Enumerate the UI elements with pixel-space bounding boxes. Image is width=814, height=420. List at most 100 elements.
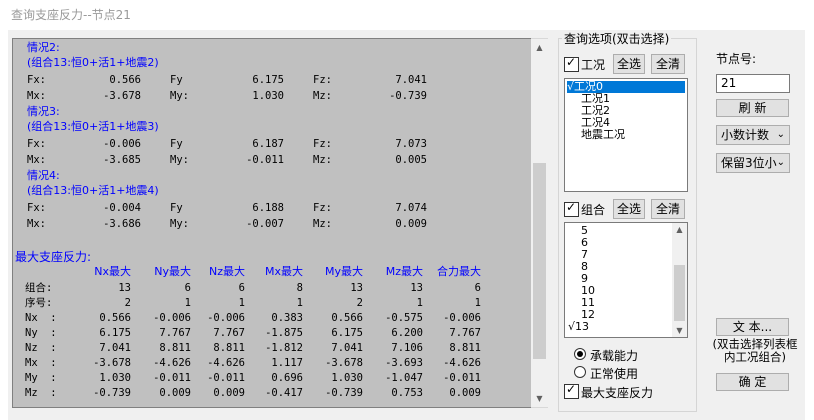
combo-list[interactable]: 5 6 7 8 9 10 11 12 √13 ▲ ▼ (564, 222, 688, 338)
max-cell: 1.030 (331, 372, 363, 384)
max-column-header: Nx最大 (94, 265, 131, 278)
load-case-label: 工况 (581, 58, 606, 72)
max-cell: 13 (118, 282, 131, 294)
max-column-header: Nz最大 (208, 265, 245, 278)
node-number-input[interactable]: 21 (716, 74, 790, 93)
max-cell: 1.117 (271, 357, 303, 369)
window-frame-left (0, 30, 8, 420)
force-value: -0.006 (103, 138, 141, 150)
scroll-down-icon[interactable]: ▼ (672, 326, 687, 335)
force-label: Fy (170, 74, 183, 86)
combo-label: 组合 (581, 203, 606, 217)
max-reaction-checkbox[interactable] (564, 382, 579, 399)
force-label: Fy (170, 138, 183, 150)
force-value: -0.011 (246, 154, 284, 166)
max-column-header: Mx最大 (264, 265, 303, 278)
max-cell: -0.011 (153, 372, 191, 384)
scroll-thumb[interactable] (533, 163, 546, 359)
chevron-down-icon: ⌄ (776, 157, 785, 168)
force-value: 0.009 (395, 218, 427, 230)
case-header: 情况4: (27, 169, 60, 182)
max-cell: -0.417 (265, 387, 303, 399)
window-frame-right (805, 30, 814, 420)
scroll-up-icon[interactable]: ▲ (531, 39, 548, 56)
max-row-label: Nz : (25, 342, 57, 354)
combo-checkbox[interactable] (564, 200, 579, 217)
max-cell: 6.175 (331, 327, 363, 339)
force-label: My: (170, 218, 189, 230)
force-label: Fx: (27, 138, 46, 150)
max-cell: 8.811 (159, 342, 191, 354)
load-case-list[interactable]: √工况0 工况1 工况2 工况4 地震工况 (564, 78, 688, 192)
scroll-down-icon[interactable]: ▼ (531, 390, 548, 407)
load-case-clear-all-button[interactable]: 全清 (651, 54, 685, 74)
bearing-capacity-label: 承载能力 (590, 349, 639, 363)
force-value: -3.678 (103, 90, 141, 102)
max-row-label: Mz : (25, 387, 57, 399)
max-column-header: Ny最大 (154, 265, 191, 278)
case-combo: (组合13:恒0+活1+地震4) (27, 184, 159, 197)
max-cell: 0.566 (99, 312, 131, 324)
text-button-note: (双击选择列表框内工况组合) (712, 337, 798, 364)
max-cell: 0.566 (331, 312, 363, 324)
normal-use-radio[interactable] (574, 366, 586, 378)
max-cell: 1 (416, 297, 423, 309)
combo-list-scrollbar[interactable]: ▲ ▼ (672, 223, 687, 337)
report-scrollbar[interactable]: ▲ ▼ (531, 38, 548, 408)
max-cell: 0.383 (271, 312, 303, 324)
title-bar: 查询支座反力--节点21 (0, 0, 814, 30)
combo-select-all-button[interactable]: 全选 (613, 199, 645, 219)
force-label: Fy (170, 202, 183, 214)
normal-use-label: 正常使用 (590, 367, 639, 381)
force-value: -0.739 (389, 90, 427, 102)
max-cell: 2 (124, 297, 131, 309)
force-label: My: (170, 90, 189, 102)
precision-select[interactable]: 保留3位小 ⌄ (716, 153, 790, 173)
force-label: Mx: (27, 90, 46, 102)
max-cell: 13 (410, 282, 423, 294)
scroll-up-icon[interactable]: ▲ (672, 225, 687, 234)
decimal-mode-select[interactable]: 小数计数 ⌄ (716, 125, 790, 145)
max-row-label: Ny : (25, 327, 57, 339)
ok-button[interactable]: 确 定 (716, 373, 789, 391)
max-cell: 0.696 (271, 372, 303, 384)
max-cell: -3.693 (385, 357, 423, 369)
max-cell: 7.041 (99, 342, 131, 354)
max-cell: 8.811 (213, 342, 245, 354)
max-cell: 0.009 (449, 387, 481, 399)
max-cell: -4.626 (443, 357, 481, 369)
load-case-select-all-button[interactable]: 全选 (613, 54, 645, 74)
force-value: 0.566 (109, 74, 141, 86)
decimal-mode-value: 小数计数 (721, 128, 770, 142)
max-cell: 0.009 (213, 387, 245, 399)
load-case-checkbox[interactable] (564, 55, 579, 72)
list-item[interactable]: 地震工况 (581, 129, 625, 141)
max-row-label: My : (25, 372, 57, 384)
force-label: Mz: (313, 218, 332, 230)
max-cell: 1.030 (99, 372, 131, 384)
max-row-label: 序号: (25, 297, 53, 309)
refresh-button[interactable]: 刷 新 (716, 99, 789, 117)
text-button[interactable]: 文 本... (716, 318, 789, 336)
bearing-capacity-radio[interactable] (574, 348, 586, 360)
precision-value: 保留3位小 (721, 156, 777, 170)
max-column-header: Mz最大 (385, 265, 423, 278)
force-label: Mx: (27, 218, 46, 230)
force-label: Mz: (313, 90, 332, 102)
max-row-label: Mx : (25, 357, 57, 369)
max-cell: 6 (474, 282, 481, 294)
force-value: 6.188 (252, 202, 284, 214)
max-cell: 7.767 (213, 327, 245, 339)
force-value: 6.187 (252, 138, 284, 150)
force-value: -3.685 (103, 154, 141, 166)
max-cell: 0.009 (159, 387, 191, 399)
case-header: 情况2: (27, 41, 60, 54)
force-label: Fx: (27, 202, 46, 214)
force-value: 6.175 (252, 74, 284, 86)
scroll-thumb[interactable] (674, 265, 685, 321)
force-label: Fz: (313, 202, 332, 214)
force-label: Fz: (313, 138, 332, 150)
max-cell: 0.753 (391, 387, 423, 399)
combo-clear-all-button[interactable]: 全清 (651, 199, 685, 219)
list-item[interactable]: √13 (568, 321, 589, 333)
